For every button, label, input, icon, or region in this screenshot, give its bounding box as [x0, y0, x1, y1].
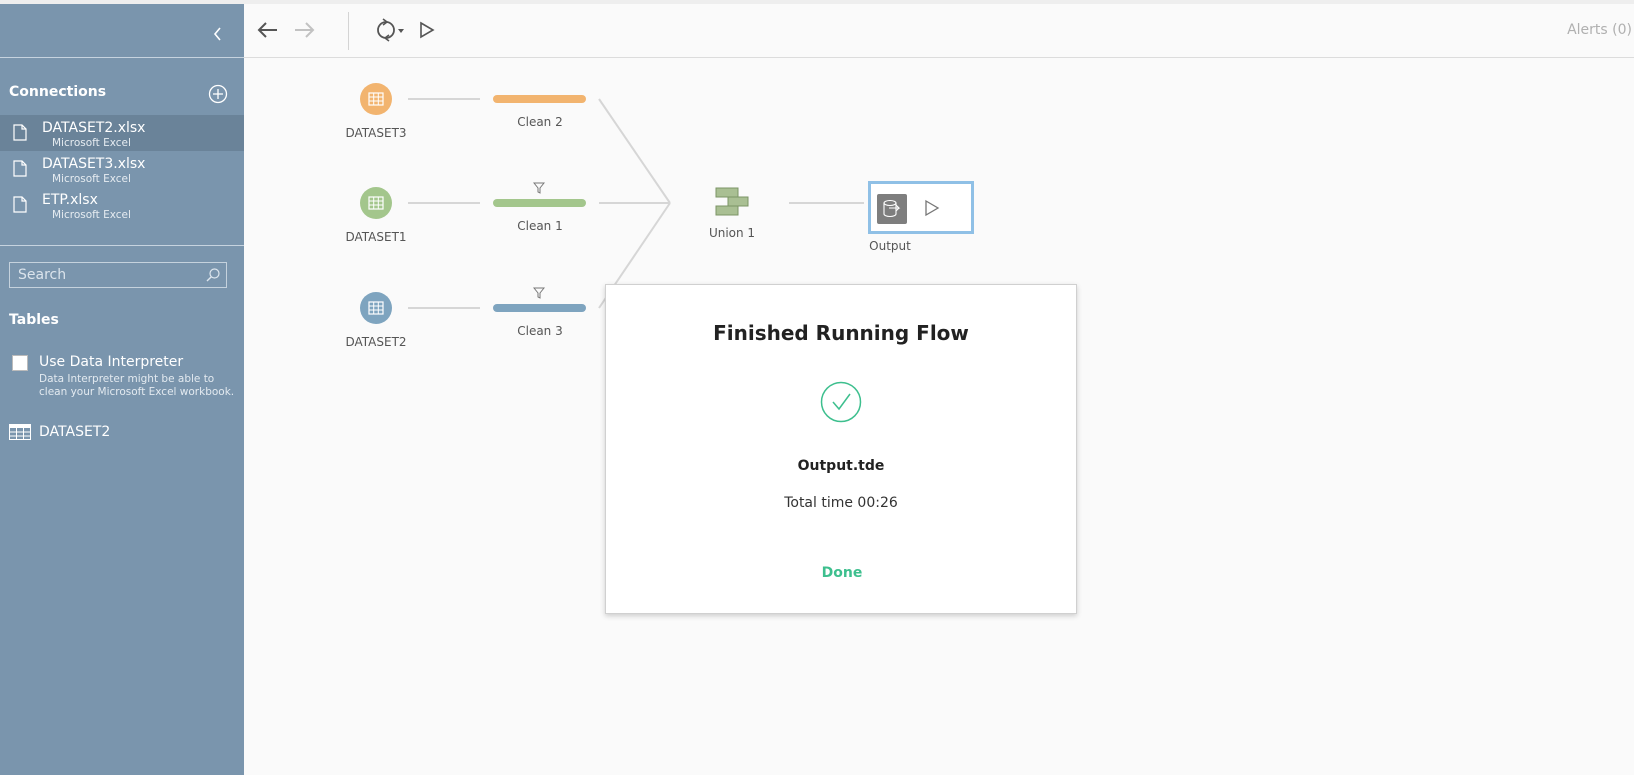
- back-arrow-icon[interactable]: [254, 16, 282, 44]
- table-icon: [368, 196, 384, 210]
- connection-name: ETP.xlsx: [42, 192, 98, 208]
- file-icon: [13, 124, 27, 141]
- connection-item[interactable]: DATASET3.xlsx Microsoft Excel: [0, 151, 244, 187]
- file-icon: [13, 160, 27, 177]
- sidebar-divider: [0, 245, 244, 246]
- table-icon: [368, 301, 384, 315]
- search-input[interactable]: [10, 263, 208, 287]
- connection-item[interactable]: DATASET2.xlsx Microsoft Excel: [0, 115, 244, 151]
- data-interpreter-description: Data Interpreter might be able to clean …: [39, 373, 235, 398]
- run-output-icon[interactable]: [923, 199, 941, 217]
- alerts-link[interactable]: Alerts (0): [1567, 22, 1632, 38]
- filter-icon: [533, 287, 545, 299]
- finished-flow-dialog: Finished Running Flow Output.tde Total t…: [605, 284, 1077, 614]
- search-box: [9, 262, 227, 288]
- refresh-icon[interactable]: [366, 16, 406, 44]
- done-button[interactable]: Done: [812, 565, 872, 581]
- node-label: DATASET2: [345, 335, 407, 349]
- clean-node-clean1[interactable]: Clean 1: [493, 182, 586, 233]
- table-icon: [368, 92, 384, 106]
- input-node-circle: [360, 292, 392, 324]
- data-interpreter-checkbox[interactable]: [12, 355, 28, 371]
- search-icon[interactable]: [205, 267, 221, 283]
- output-file-name: Output.tde: [797, 458, 885, 474]
- output-node[interactable]: [868, 181, 974, 234]
- add-connection-icon[interactable]: [208, 84, 228, 104]
- collapse-sidebar-icon[interactable]: [210, 24, 226, 44]
- sidebar-divider: [0, 57, 244, 58]
- connection-name: DATASET3.xlsx: [42, 156, 146, 172]
- connection-item[interactable]: ETP.xlsx Microsoft Excel: [0, 187, 244, 223]
- node-label: Clean 3: [517, 324, 563, 338]
- table-icon: [9, 424, 31, 440]
- connection-type: Microsoft Excel: [52, 209, 131, 221]
- output-icon: [877, 194, 907, 224]
- input-node-circle: [360, 83, 392, 115]
- table-item[interactable]: DATASET2: [9, 422, 229, 444]
- input-node-circle: [360, 187, 392, 219]
- dialog-title: Finished Running Flow: [713, 321, 969, 345]
- connection-name: DATASET2.xlsx: [42, 120, 146, 136]
- node-label: Union 1: [708, 226, 756, 240]
- table-name: DATASET2: [39, 424, 111, 440]
- total-time: Total time 00:26: [784, 495, 898, 511]
- run-flow-icon[interactable]: [412, 16, 440, 44]
- connections-title: Connections: [9, 84, 107, 100]
- clean-node-clean2[interactable]: Clean 2: [493, 78, 586, 129]
- success-check-icon: [820, 381, 862, 423]
- clean-step-bar: [493, 304, 586, 312]
- connection-type: Microsoft Excel: [52, 137, 131, 149]
- tables-title: Tables: [9, 312, 59, 328]
- flow-canvas: DATASET3 DATASET1 DATASET2 Clean 2 Clean…: [244, 58, 1634, 775]
- node-label: DATASET1: [345, 230, 407, 244]
- connection-type: Microsoft Excel: [52, 173, 131, 185]
- toolbar-divider: [348, 12, 349, 50]
- node-label: Clean 2: [517, 115, 563, 129]
- union-node[interactable]: Union 1: [709, 186, 755, 240]
- clean-node-clean3[interactable]: Clean 3: [493, 287, 586, 338]
- clean-step-bar: [493, 199, 586, 207]
- union-icon: [715, 187, 749, 216]
- node-label: Clean 1: [517, 219, 563, 233]
- file-icon: [13, 196, 27, 213]
- toolbar: Alerts (0): [244, 4, 1634, 58]
- clean-step-bar: [493, 95, 586, 103]
- sidebar: Connections DATASET2.xlsx Microsoft Exce…: [0, 4, 244, 775]
- node-label: DATASET3: [345, 126, 407, 140]
- node-label: Output: [869, 239, 911, 253]
- filter-icon: [533, 182, 545, 194]
- forward-arrow-icon[interactable]: [290, 16, 318, 44]
- data-interpreter-label: Use Data Interpreter: [39, 354, 184, 370]
